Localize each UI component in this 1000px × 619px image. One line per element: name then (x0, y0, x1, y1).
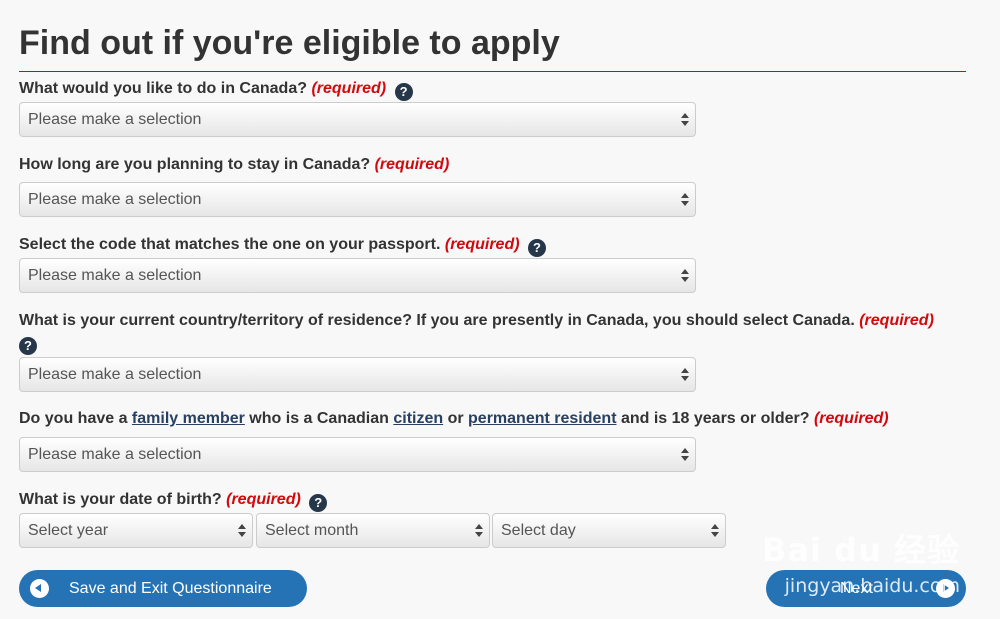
select-value: Select year (28, 522, 109, 539)
family-member-link[interactable]: family member (132, 410, 245, 427)
question-activity: What would you like to do in Canada? (re… (19, 78, 413, 101)
question-label: What would you like to do in Canada? (19, 80, 307, 97)
question-date-of-birth: What is your date of birth? (required) ? (19, 489, 328, 512)
page-title: Find out if you're eligible to apply (19, 24, 560, 62)
title-divider (19, 71, 966, 72)
select-arrows-icon (475, 523, 483, 539)
save-exit-button[interactable]: Save and Exit Questionnaire (19, 570, 307, 607)
help-icon[interactable]: ? (528, 239, 546, 257)
birth-day-select[interactable]: Select day (492, 513, 726, 548)
select-value: Please make a selection (28, 267, 202, 284)
question-text: and is 18 years or older? (616, 410, 810, 427)
question-text: Do you have a (19, 410, 132, 427)
permanent-resident-link[interactable]: permanent resident (468, 410, 616, 427)
select-arrows-icon (681, 447, 689, 463)
question-text: who is a Canadian (244, 410, 394, 427)
select-value: Please make a selection (28, 366, 202, 383)
question-label: How long are you planning to stay in Can… (19, 156, 371, 173)
select-arrows-icon (681, 268, 689, 284)
arrow-right-icon (936, 579, 955, 598)
birth-year-select[interactable]: Select year (19, 513, 253, 548)
duration-select[interactable]: Please make a selection (19, 182, 696, 217)
question-family-member: Do you have a family member who is a Can… (19, 408, 889, 430)
help-icon[interactable]: ? (394, 83, 413, 101)
select-arrows-icon (711, 523, 719, 539)
family-member-select[interactable]: Please make a selection (19, 437, 696, 472)
required-label: (required) (226, 491, 301, 508)
required-label: (required) (813, 410, 889, 427)
select-value: Please make a selection (28, 191, 202, 208)
help-icon[interactable]: ? (309, 494, 328, 512)
question-duration: How long are you planning to stay in Can… (19, 154, 449, 176)
select-value: Select month (265, 522, 359, 539)
citizen-link[interactable]: citizen (393, 410, 443, 427)
question-label: Select the code that matches the one on … (19, 236, 441, 253)
required-label: (required) (374, 156, 450, 173)
select-arrows-icon (681, 367, 689, 383)
button-label: Save and Exit Questionnaire (69, 580, 272, 597)
question-residence: What is your current country/territory o… (19, 310, 966, 355)
required-label: (required) (444, 236, 520, 253)
residence-select[interactable]: Please make a selection (19, 357, 696, 392)
birth-month-select[interactable]: Select month (256, 513, 490, 548)
question-passport-code: Select the code that matches the one on … (19, 234, 546, 257)
select-arrows-icon (681, 112, 689, 128)
required-label: (required) (859, 312, 934, 329)
help-icon[interactable]: ? (19, 337, 37, 355)
select-value: Please make a selection (28, 111, 202, 128)
watermark-logo: Bai du 经验 (762, 531, 960, 569)
next-button[interactable]: Next (766, 570, 966, 607)
passport-code-select[interactable]: Please make a selection (19, 258, 696, 293)
question-text: or (443, 410, 469, 427)
button-label: Next (840, 580, 873, 597)
select-arrows-icon (681, 192, 689, 208)
select-arrows-icon (238, 523, 246, 539)
question-label: What is your date of birth? (19, 491, 222, 508)
question-label: What is your current country/territory o… (19, 312, 855, 329)
activity-select[interactable]: Please make a selection (19, 102, 696, 137)
select-value: Please make a selection (28, 446, 202, 463)
select-value: Select day (501, 522, 576, 539)
required-label: (required) (311, 80, 387, 97)
arrow-left-icon (30, 579, 49, 598)
